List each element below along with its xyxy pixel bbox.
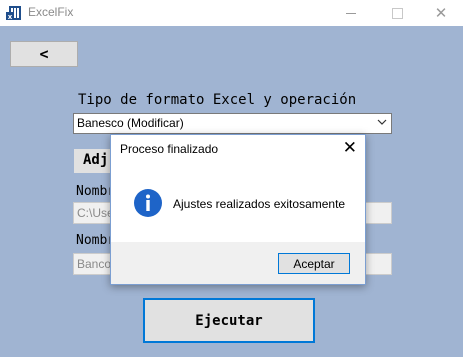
format-type-value: Banesco (Modificar) bbox=[77, 116, 184, 130]
run-button[interactable]: Ejecutar bbox=[143, 298, 315, 343]
window-title: ExcelFix bbox=[28, 5, 74, 19]
close-window-button[interactable]: ✕ bbox=[418, 0, 463, 26]
minimize-button[interactable] bbox=[328, 0, 374, 26]
back-button[interactable]: < bbox=[10, 41, 78, 67]
output-file-name-value: Banco bbox=[77, 257, 112, 271]
title-bar: x ExcelFix ✕ bbox=[0, 0, 463, 26]
app-window: x ExcelFix ✕ < Tipo de formato Excel y o… bbox=[0, 0, 463, 357]
svg-text:x: x bbox=[8, 13, 13, 21]
maximize-button[interactable] bbox=[374, 0, 420, 26]
format-type-label: Tipo de formato Excel y operación bbox=[78, 92, 357, 108]
dialog-title: Proceso finalizado bbox=[120, 142, 219, 156]
input-file-path-value: C:\Use bbox=[77, 206, 114, 220]
back-arrow-icon: < bbox=[39, 45, 49, 63]
process-finished-dialog: Proceso finalizado ✕ Ajustes realizados … bbox=[110, 134, 366, 285]
info-icon bbox=[134, 189, 162, 217]
format-type-select[interactable]: Banesco (Modificar) bbox=[73, 113, 392, 134]
minimize-icon bbox=[346, 12, 356, 14]
excel-app-icon: x bbox=[6, 6, 21, 21]
dialog-close-button[interactable]: ✕ bbox=[343, 138, 357, 158]
dialog-message: Ajustes realizados exitosamente bbox=[173, 197, 346, 211]
close-icon: ✕ bbox=[434, 4, 448, 22]
accept-button[interactable]: Aceptar bbox=[278, 253, 350, 274]
chevron-down-icon bbox=[377, 116, 387, 131]
maximize-icon bbox=[391, 7, 403, 19]
